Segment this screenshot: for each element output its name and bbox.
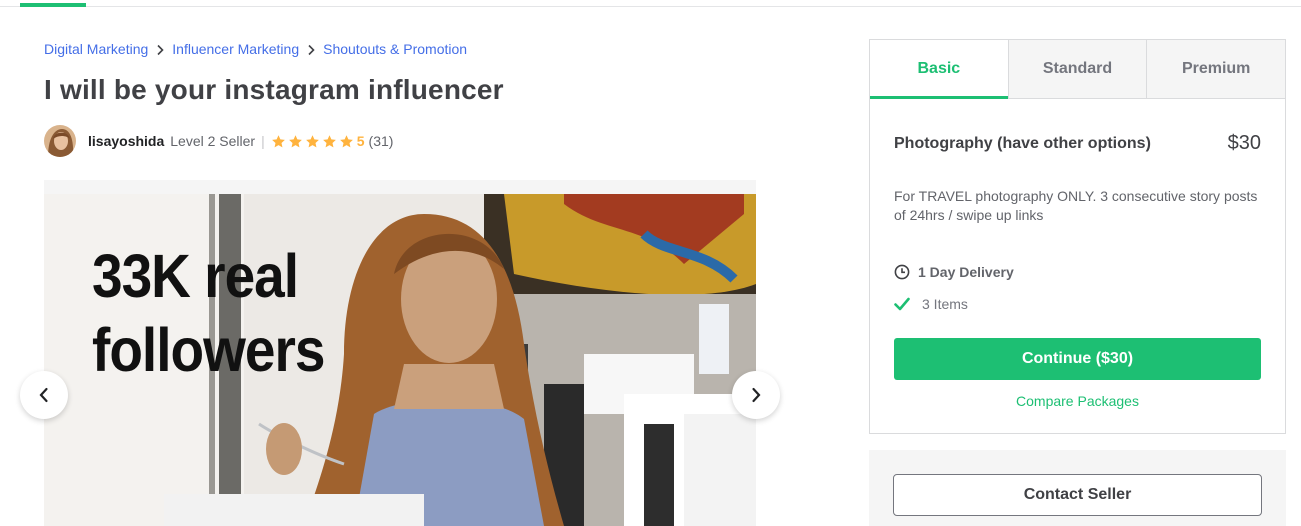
tab-basic[interactable]: Basic [870, 40, 1008, 99]
contact-seller-section: Contact Seller [869, 450, 1286, 526]
tab-premium[interactable]: Premium [1146, 40, 1286, 98]
star-icon [322, 134, 336, 147]
seller-name-link[interactable]: lisayoshida [88, 133, 164, 149]
package-description: For TRAVEL photography ONLY. 3 consecuti… [894, 188, 1258, 223]
star-icon [271, 134, 285, 147]
gallery-caption-line2: followers [92, 315, 325, 385]
package-panel: Basic Standard Premium Photography (have… [869, 39, 1286, 434]
tab-standard[interactable]: Standard [1007, 40, 1147, 98]
star-icon [288, 134, 302, 147]
breadcrumb-link-influencer-marketing[interactable]: Influencer Marketing [172, 41, 299, 57]
contact-seller-button[interactable]: Contact Seller [893, 474, 1262, 516]
chevron-right-icon [148, 41, 172, 57]
gallery-image: 33K real followers [44, 194, 756, 526]
package-price: $30 [1227, 132, 1261, 154]
avatar[interactable] [44, 125, 76, 157]
seller-level: Level 2 Seller [170, 133, 256, 149]
star-icon [339, 134, 353, 147]
package-feature-label: 3 Items [922, 296, 968, 312]
rating-stars [271, 134, 354, 149]
gallery-next-button[interactable] [732, 371, 780, 419]
gig-gallery: 33K real followers [44, 180, 756, 526]
continue-button[interactable]: Continue ($30) [894, 338, 1261, 380]
package-feature: 3 Items [894, 296, 968, 312]
seller-overview: lisayoshida Level 2 Seller | 5 (31) [44, 125, 393, 157]
package-tabs: Basic Standard Premium [870, 40, 1286, 99]
package-name: Photography (have other options) [894, 134, 1151, 152]
gig-title: I will be your instagram influencer [44, 74, 504, 105]
breadcrumb-link-digital-marketing[interactable]: Digital Marketing [44, 41, 148, 57]
package-header: Photography (have other options) $30 [894, 132, 1261, 155]
breadcrumb-link-shoutouts-promotion[interactable]: Shoutouts & Promotion [323, 41, 467, 57]
compare-packages-link[interactable]: Compare Packages [870, 393, 1285, 409]
gallery-caption: 33K real followers [92, 239, 325, 387]
checkmark-icon [894, 297, 910, 311]
review-count-link[interactable]: (31) [369, 133, 394, 149]
star-icon [305, 134, 319, 147]
delivery-time: 1 Day Delivery [894, 264, 1014, 280]
clock-icon [894, 264, 910, 280]
rating-score: 5 [356, 133, 365, 149]
top-nav-active-indicator [20, 3, 86, 7]
top-nav-border [0, 6, 1301, 7]
divider: | [261, 133, 265, 149]
chevron-right-icon [752, 387, 761, 403]
gallery-prev-button[interactable] [20, 371, 68, 419]
chevron-right-icon [299, 41, 323, 57]
gallery-caption-line1: 33K real [92, 241, 299, 311]
chevron-left-icon [39, 387, 48, 403]
breadcrumb: Digital Marketing Influencer Marketing S… [44, 41, 467, 57]
delivery-label: 1 Day Delivery [918, 264, 1014, 280]
